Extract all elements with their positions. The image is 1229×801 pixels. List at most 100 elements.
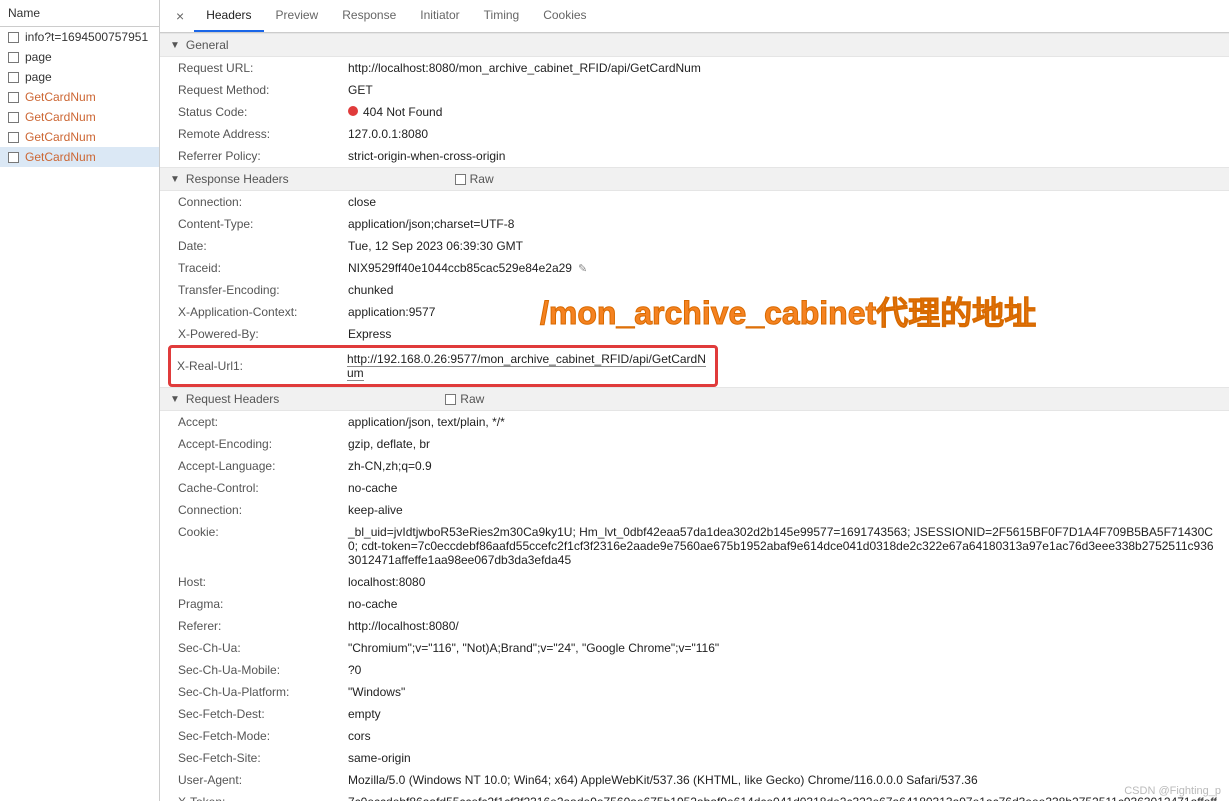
request-name: GetCardNum <box>25 90 96 104</box>
header-key: X-Powered-By: <box>178 325 348 343</box>
header-value: Express <box>348 325 1219 343</box>
details-tabs: × HeadersPreviewResponseInitiatorTimingC… <box>160 0 1229 33</box>
checkbox-icon[interactable] <box>8 32 19 43</box>
header-row: Cookie:_bl_uid=jvIdtjwboR53eRies2m30Ca9k… <box>160 521 1229 571</box>
details-content: ▼ General Request URL:http://localhost:8… <box>160 33 1229 801</box>
response-headers-section-header[interactable]: ▼ Response Headers Raw <box>160 167 1229 191</box>
header-row: Host:localhost:8080 <box>160 571 1229 593</box>
tab-cookies[interactable]: Cookies <box>531 0 598 32</box>
request-method-value: GET <box>348 81 1219 99</box>
general-section-header[interactable]: ▼ General <box>160 33 1229 57</box>
tab-headers[interactable]: Headers <box>194 0 263 32</box>
checkbox-icon[interactable] <box>8 72 19 83</box>
watermark: CSDN @Fighting_p <box>1124 785 1221 797</box>
header-row: Accept-Encoding:gzip, deflate, br <box>160 433 1229 455</box>
header-value: NIX9529ff40e1044ccb85cac529e84e2a29✎ <box>348 259 1219 277</box>
header-row: Traceid:NIX9529ff40e1044ccb85cac529e84e2… <box>160 257 1229 279</box>
checkbox-icon[interactable] <box>8 112 19 123</box>
header-row: User-Agent:Mozilla/5.0 (Windows NT 10.0;… <box>160 769 1229 791</box>
header-row: Referer:http://localhost:8080/ <box>160 615 1229 637</box>
header-value: localhost:8080 <box>348 573 1219 591</box>
request-item[interactable]: GetCardNum <box>0 107 159 127</box>
request-item[interactable]: page <box>0 67 159 87</box>
header-key: Date: <box>178 237 348 255</box>
request-name: GetCardNum <box>25 110 96 124</box>
status-code-value: 404 Not Found <box>348 103 1219 121</box>
header-row: Sec-Ch-Ua:"Chromium";v="116", "Not)A;Bra… <box>160 637 1229 659</box>
header-value: no-cache <box>348 595 1219 613</box>
header-value: Mozilla/5.0 (Windows NT 10.0; Win64; x64… <box>348 771 1219 789</box>
request-headers-title: Request Headers <box>186 392 279 406</box>
header-key: Sec-Ch-Ua-Mobile: <box>178 661 348 679</box>
header-row: Transfer-Encoding:chunked <box>160 279 1229 301</box>
header-value: empty <box>348 705 1219 723</box>
header-value: zh-CN,zh;q=0.9 <box>348 457 1219 475</box>
request-method-label: Request Method: <box>178 81 348 99</box>
header-row: Cache-Control:no-cache <box>160 477 1229 499</box>
header-value: "Chromium";v="116", "Not)A;Brand";v="24"… <box>348 639 1219 657</box>
request-item[interactable]: info?t=1694500757951 <box>0 27 159 47</box>
header-key: Connection: <box>178 501 348 519</box>
request-list-panel: Name info?t=1694500757951 page page GetCard… <box>0 0 160 801</box>
header-key: Accept: <box>178 413 348 431</box>
header-value: application/json, text/plain, */* <box>348 413 1219 431</box>
request-item[interactable]: page <box>0 47 159 67</box>
header-key: Sec-Fetch-Mode: <box>178 727 348 745</box>
request-name: page <box>25 70 52 84</box>
details-panel: × HeadersPreviewResponseInitiatorTimingC… <box>160 0 1229 801</box>
header-row: Sec-Fetch-Dest:empty <box>160 703 1229 725</box>
tab-response[interactable]: Response <box>330 0 408 32</box>
status-dot-icon <box>348 106 358 116</box>
header-key: Cookie: <box>178 523 348 541</box>
checkbox-icon[interactable] <box>8 92 19 103</box>
header-value: close <box>348 193 1219 211</box>
header-row: X-Powered-By:Express <box>160 323 1229 345</box>
checkbox-icon[interactable] <box>8 52 19 63</box>
raw-label: Raw <box>460 392 484 406</box>
header-row: X-Token:7c0eccdebf86aafd55ccefc2f1cf3f23… <box>160 791 1229 801</box>
chevron-down-icon: ▼ <box>170 174 180 185</box>
header-key: Sec-Ch-Ua: <box>178 639 348 657</box>
request-item[interactable]: GetCardNum <box>0 127 159 147</box>
header-key: User-Agent: <box>178 771 348 789</box>
header-value: ?0 <box>348 661 1219 679</box>
edit-icon[interactable]: ✎ <box>578 263 587 275</box>
request-name: page <box>25 50 52 64</box>
request-name: info?t=1694500757951 <box>25 30 148 44</box>
header-key: Referer: <box>178 617 348 635</box>
header-key: Connection: <box>178 193 348 211</box>
tab-preview[interactable]: Preview <box>264 0 331 32</box>
name-column-header: Name <box>0 0 159 27</box>
header-key: Accept-Encoding: <box>178 435 348 453</box>
checkbox-icon[interactable] <box>8 152 19 163</box>
request-url-value: http://localhost:8080/mon_archive_cabine… <box>348 59 1219 77</box>
header-row: Connection:close <box>160 191 1229 213</box>
request-url-label: Request URL: <box>178 59 348 77</box>
request-item[interactable]: GetCardNum <box>0 147 159 167</box>
header-row: Sec-Fetch-Mode:cors <box>160 725 1229 747</box>
request-item[interactable]: GetCardNum <box>0 87 159 107</box>
tab-timing[interactable]: Timing <box>472 0 532 32</box>
raw-checkbox[interactable] <box>455 174 466 185</box>
raw-checkbox[interactable] <box>445 394 456 405</box>
header-row: Connection:keep-alive <box>160 499 1229 521</box>
close-icon[interactable]: × <box>166 2 194 30</box>
header-key: Host: <box>178 573 348 591</box>
tab-initiator[interactable]: Initiator <box>408 0 471 32</box>
status-code-label: Status Code: <box>178 103 348 121</box>
referrer-policy-label: Referrer Policy: <box>178 147 348 165</box>
remote-address-value: 127.0.0.1:8080 <box>348 125 1219 143</box>
header-value: no-cache <box>348 479 1219 497</box>
checkbox-icon[interactable] <box>8 132 19 143</box>
header-row: Sec-Ch-Ua-Platform:"Windows" <box>160 681 1229 703</box>
chevron-down-icon: ▼ <box>170 394 180 405</box>
header-key: Sec-Fetch-Dest: <box>178 705 348 723</box>
header-row: Accept-Language:zh-CN,zh;q=0.9 <box>160 455 1229 477</box>
header-key: Cache-Control: <box>178 479 348 497</box>
referrer-policy-value: strict-origin-when-cross-origin <box>348 147 1219 165</box>
header-key: X-Token: <box>178 793 348 801</box>
header-value: "Windows" <box>348 683 1219 701</box>
general-title: General <box>186 38 229 52</box>
header-key: Traceid: <box>178 259 348 277</box>
request-headers-section-header[interactable]: ▼ Request Headers Raw <box>160 387 1229 411</box>
